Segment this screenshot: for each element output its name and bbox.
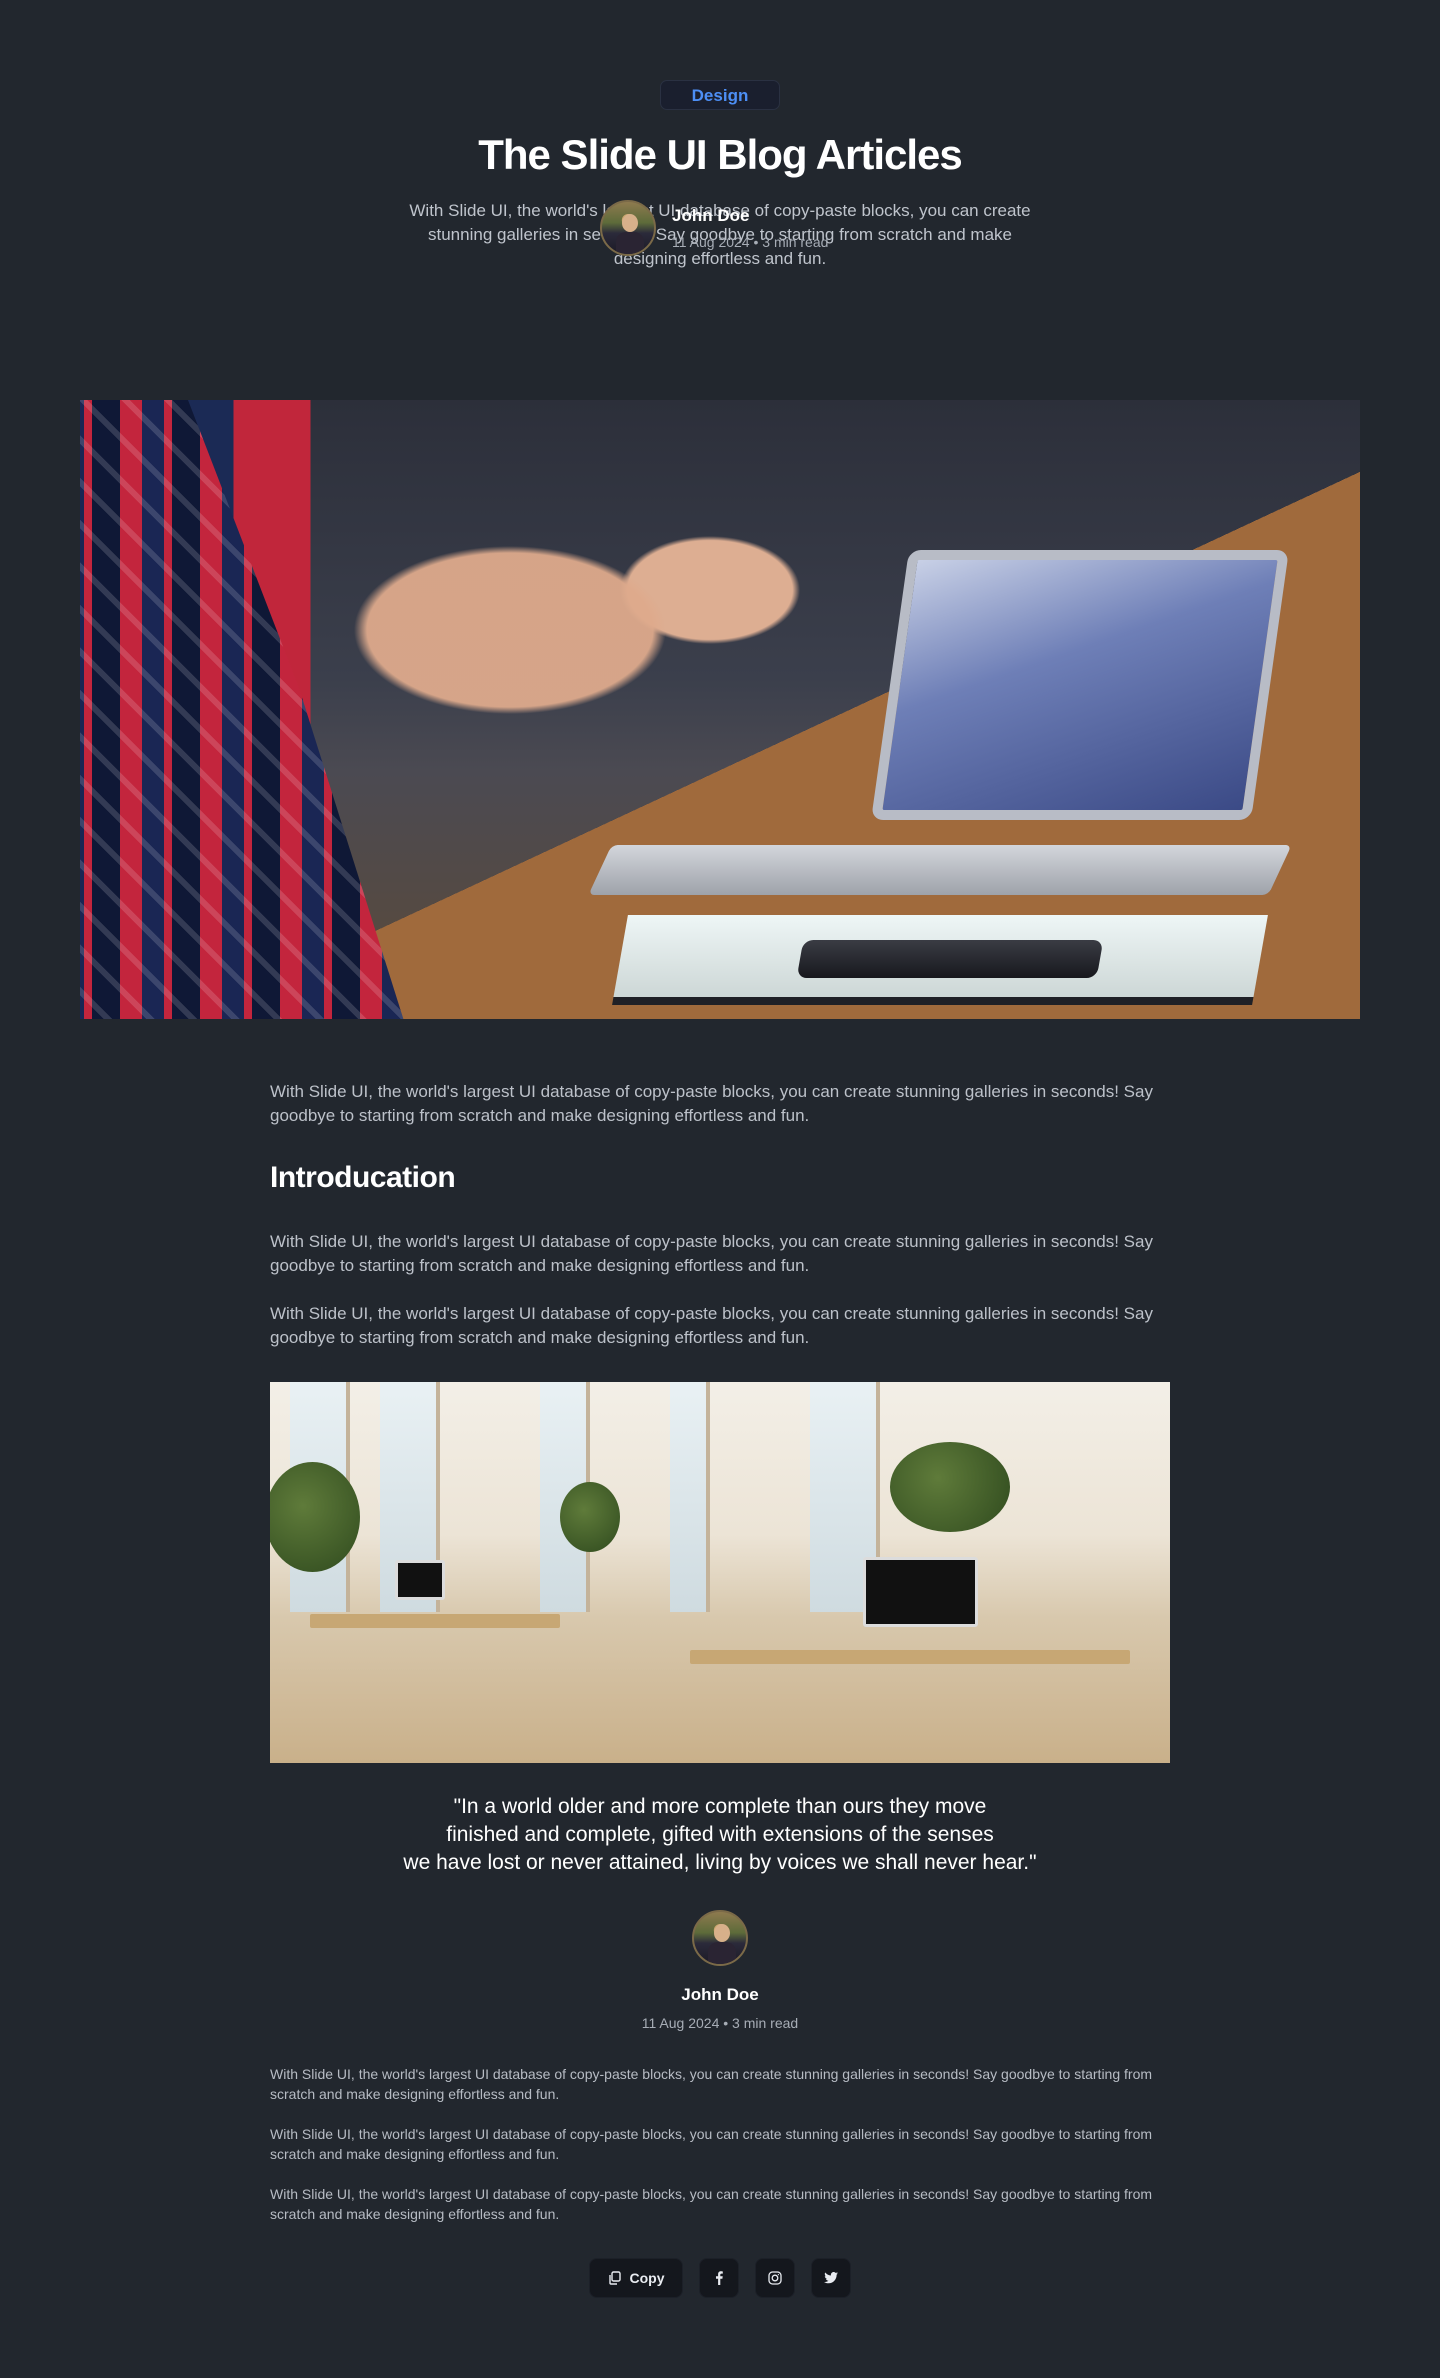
- office-plant: [890, 1442, 1010, 1532]
- quote-author-date: 11 Aug 2024 • 3 min read: [641, 2015, 799, 2031]
- avatar[interactable]: [600, 200, 656, 256]
- article-lead: With Slide UI, the world's largest UI da…: [270, 1082, 1153, 1125]
- author-meta: John Doe 11 Aug 2024 • 3 min read: [672, 205, 828, 251]
- facebook-share-button[interactable]: [699, 2258, 739, 2298]
- footer-paragraph: With Slide UI, the world's largest UI da…: [270, 2066, 1153, 2102]
- footer-paragraph: With Slide UI, the world's largest UI da…: [270, 2186, 1153, 2222]
- quote-line: we have lost or never attained, living b…: [403, 1851, 1037, 1874]
- hero-phone-shape: [796, 940, 1104, 978]
- office-monitor: [395, 1560, 445, 1600]
- hero-image: [80, 400, 1360, 1019]
- quote-line: finished and complete, gifted with exten…: [446, 1823, 994, 1846]
- page-title: The Slide UI Blog Articles: [478, 131, 963, 178]
- instagram-icon: [768, 2271, 782, 2285]
- article-paragraph: With Slide UI, the world's largest UI da…: [270, 1232, 1153, 1275]
- quote-line: "In a world older and more complete than…: [453, 1795, 987, 1818]
- quote-author-name[interactable]: John Doe: [0, 1984, 1440, 2006]
- blog-article-page: Design The Slide UI Blog Articles With S…: [0, 0, 1440, 2378]
- footer-paragraph: With Slide UI, the world's largest UI da…: [270, 2126, 1153, 2162]
- author-name[interactable]: John Doe: [672, 205, 828, 227]
- category-tag[interactable]: Design: [659, 80, 781, 110]
- instagram-share-button[interactable]: [755, 2258, 795, 2298]
- hero-laptop-shape: [871, 550, 1289, 820]
- author-date: 11 Aug 2024 • 3 min read: [672, 234, 829, 250]
- office-plant: [560, 1482, 620, 1552]
- hero-sleeve-shape: [80, 400, 410, 1019]
- quote-author-block: John Doe 11 Aug 2024 • 3 min read: [0, 1910, 1440, 2032]
- pull-quote: "In a world older and more complete than…: [0, 1793, 1440, 1877]
- hero-laptop-base-shape: [588, 845, 1292, 895]
- office-image: [270, 1382, 1170, 1763]
- copy-link-button[interactable]: Copy: [589, 2258, 683, 2298]
- twitter-share-button[interactable]: [811, 2258, 851, 2298]
- copy-button-label: Copy: [629, 2270, 665, 2286]
- twitter-icon: [824, 2272, 838, 2284]
- article-paragraph: With Slide UI, the world's largest UI da…: [270, 1304, 1153, 1347]
- copy-icon: [608, 2271, 622, 2285]
- author-block: John Doe 11 Aug 2024 • 3 min read: [600, 200, 828, 256]
- section-heading: Introducation: [270, 1161, 456, 1194]
- facebook-icon: [714, 2271, 724, 2285]
- office-window: [670, 1382, 710, 1612]
- office-desk: [310, 1614, 560, 1628]
- office-monitor: [863, 1557, 978, 1627]
- office-desk: [690, 1650, 1130, 1664]
- avatar[interactable]: [692, 1910, 748, 1966]
- share-bar: Copy: [589, 2258, 851, 2298]
